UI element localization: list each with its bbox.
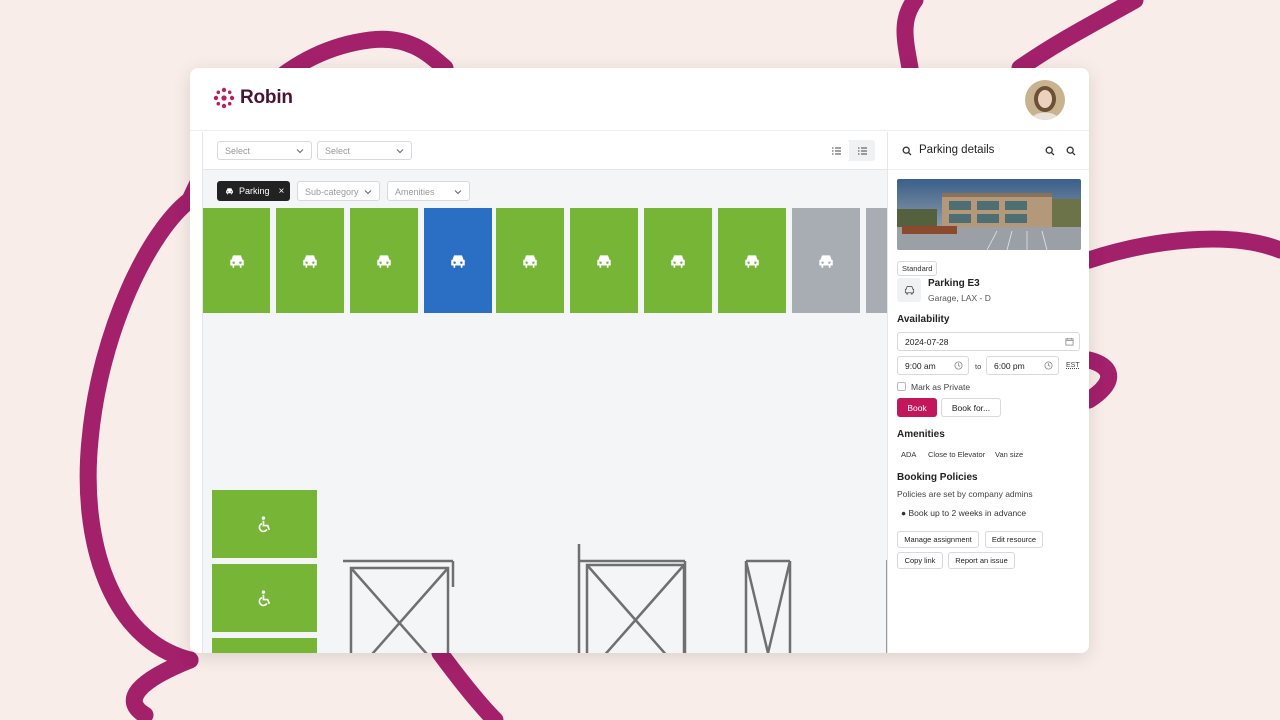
book-for-button[interactable]: Book for...: [941, 398, 1001, 417]
ada-parking-spot[interactable]: [212, 564, 317, 632]
top-bar: Robin: [190, 68, 1089, 131]
avatar-image: [1025, 80, 1065, 120]
chevron-down-icon: [296, 149, 304, 154]
parking-spot[interactable]: [496, 208, 564, 313]
select-dropdown-1[interactable]: Select: [217, 141, 312, 160]
car-icon: [451, 254, 465, 268]
amenity-tag: ADA: [897, 448, 921, 461]
zoom-out-icon[interactable]: [1045, 146, 1055, 156]
manage-assignment-button[interactable]: Manage assignment: [897, 531, 979, 548]
car-icon: [226, 188, 233, 195]
resource-location: Garage, LAX - D: [928, 293, 991, 303]
chevron-down-icon: [454, 190, 462, 195]
category-chip-row: Parking × Sub-category Amenities: [203, 170, 888, 207]
amenity-tag: Close to Elevator: [924, 448, 990, 461]
mark-private-label: Mark as Private: [911, 382, 971, 392]
select-1-label: Select: [225, 146, 251, 156]
parking-spot[interactable]: [424, 208, 492, 313]
policy-item-text: Book up to 2 weeks in advance: [908, 508, 1027, 518]
parking-spot[interactable]: [350, 208, 418, 313]
select-dropdown-2[interactable]: Select: [317, 141, 412, 160]
edit-resource-button[interactable]: Edit resource: [985, 531, 1043, 548]
amenities-label: Amenities: [395, 187, 435, 197]
app-window: Robin Select Select Parking × Sub-catego…: [190, 68, 1089, 653]
timezone-label[interactable]: EST: [1066, 362, 1080, 369]
robin-logo[interactable]: Robin: [213, 87, 293, 109]
parking-spot[interactable]: [644, 208, 712, 313]
panel-title: Parking details: [919, 144, 995, 156]
chevron-down-icon: [364, 190, 372, 195]
car-icon: [671, 254, 685, 268]
ada-parking-spot[interactable]: [212, 490, 317, 558]
list-detail-icon: [857, 147, 867, 154]
list-view-button[interactable]: [823, 140, 849, 161]
car-icon: [745, 254, 759, 268]
to-label: to: [975, 362, 982, 371]
car-icon: [523, 254, 537, 268]
resource-type-tag: Standard: [897, 261, 938, 276]
parking-spot[interactable]: [866, 208, 888, 313]
detail-view-button[interactable]: [849, 140, 875, 161]
wheelchair-icon: [258, 515, 271, 532]
car-icon: [229, 254, 244, 268]
subcategory-dropdown[interactable]: Sub-category: [297, 181, 380, 201]
date-value: 2024-07-28: [905, 337, 949, 347]
policy-item: ● Book up to 2 weeks in advance: [901, 508, 1027, 518]
view-toggle: [823, 140, 875, 161]
parking-details-panel: Parking details Standard Parking E3 Gara…: [887, 132, 1089, 653]
car-icon: [377, 254, 391, 268]
calendar-icon: [1065, 337, 1074, 346]
parking-spot[interactable]: [276, 208, 344, 313]
policies-text: Policies are set by company admins: [897, 489, 1033, 499]
start-time-value: 9:00 am: [905, 361, 936, 371]
chevron-down-icon: [396, 149, 404, 154]
wheelchair-icon: [258, 589, 271, 606]
parking-spot[interactable]: [203, 208, 270, 313]
select-2-label: Select: [325, 146, 351, 156]
mark-private-checkbox[interactable]: [897, 382, 906, 391]
amenities-dropdown[interactable]: Amenities: [387, 181, 470, 201]
report-issue-button[interactable]: Report an issue: [948, 552, 1015, 569]
subcategory-label: Sub-category: [305, 187, 359, 197]
copy-link-button[interactable]: Copy link: [897, 552, 943, 569]
avatar[interactable]: [1025, 80, 1065, 120]
book-button[interactable]: Book: [897, 398, 937, 417]
list-icon: [831, 147, 841, 154]
booking-policies-heading: Booking Policies: [897, 472, 978, 483]
clock-icon: [954, 361, 963, 370]
parking-spot[interactable]: [718, 208, 786, 313]
search-icon: [902, 146, 912, 156]
resource-name: Parking E3: [928, 278, 980, 289]
amenity-tag: Van size: [991, 448, 1028, 461]
zoom-in-icon[interactable]: [1066, 146, 1076, 156]
logo-text: Robin: [240, 87, 293, 108]
end-time-value: 6:00 pm: [994, 361, 1025, 371]
parking-spot[interactable]: [792, 208, 860, 313]
car-icon: [597, 254, 611, 268]
floor-map-area: Select Select Parking × Sub-category Ame…: [202, 132, 888, 653]
car-icon: [303, 254, 317, 268]
parking-filter-chip[interactable]: Parking ×: [217, 181, 290, 201]
ada-parking-spot[interactable]: [212, 638, 317, 653]
dot-cluster-icon: [213, 87, 235, 109]
car-icon: [904, 286, 914, 295]
end-time-field[interactable]: 6:00 pm: [986, 356, 1059, 375]
floor-structures: [343, 544, 792, 653]
close-icon[interactable]: ×: [279, 186, 285, 197]
availability-heading: Availability: [897, 314, 950, 325]
parking-chip-label: Parking: [239, 186, 270, 196]
clock-icon: [1044, 361, 1053, 370]
filter-bar: Select Select: [203, 132, 888, 170]
panel-header: Parking details: [888, 132, 1089, 170]
start-time-field[interactable]: 9:00 am: [897, 356, 969, 375]
parking-spot[interactable]: [570, 208, 638, 313]
amenities-heading: Amenities: [897, 429, 945, 440]
date-field[interactable]: 2024-07-28: [897, 332, 1080, 351]
car-icon: [819, 254, 833, 268]
resource-icon: [897, 278, 921, 302]
location-photo: [897, 179, 1081, 250]
